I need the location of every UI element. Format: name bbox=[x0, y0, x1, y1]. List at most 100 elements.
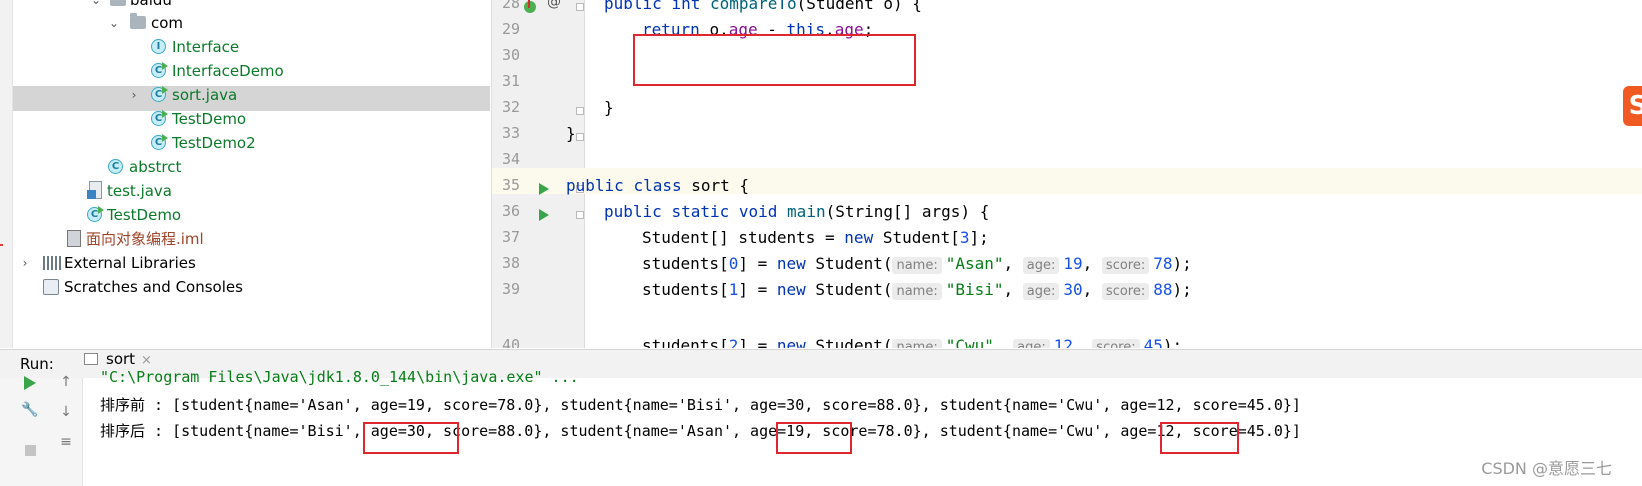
fold-marker-icon[interactable] bbox=[576, 107, 584, 115]
code-line-34: 34 bbox=[492, 150, 1642, 176]
code-line-37: 37 Student[] students = new Student[3]; bbox=[492, 228, 1642, 254]
param-hint: age: bbox=[1013, 339, 1050, 348]
tree-item-label: External Libraries bbox=[64, 254, 196, 272]
tree-item-testdemo-root[interactable]: C TestDemo bbox=[0, 203, 490, 227]
line-number: 29 bbox=[501, 20, 520, 38]
param-hint: name: bbox=[892, 257, 942, 274]
tree-item-label: TestDemo bbox=[172, 110, 247, 128]
code-line-38: 38 students[0] = new Student(name: "Asan"… bbox=[492, 254, 1642, 280]
run-tab-label: sort bbox=[106, 350, 136, 368]
param-hint: score: bbox=[1101, 283, 1150, 300]
tree-item-external-libraries[interactable]: › External Libraries bbox=[0, 251, 490, 275]
console-toolbar: ↑ 🔧 ↓ ≡ bbox=[0, 374, 83, 486]
highlight-box-age19 bbox=[776, 422, 852, 454]
line-number: 32 bbox=[501, 98, 520, 116]
tree-item-abstrct[interactable]: C abstrct bbox=[0, 155, 490, 179]
line-number: 38 bbox=[501, 254, 520, 272]
runnable-class-icon: C bbox=[151, 86, 168, 102]
stop-icon[interactable] bbox=[20, 440, 40, 460]
console-icon bbox=[84, 353, 98, 365]
code-text: students[2] = new Student(name: "Cwu", ag… bbox=[642, 336, 1182, 348]
chevron-right-icon[interactable]: › bbox=[128, 83, 140, 107]
code-text: } bbox=[604, 98, 614, 117]
code-text: students[0] = new Student(name: "Asan", a… bbox=[642, 254, 1192, 274]
rerun-icon[interactable] bbox=[20, 373, 40, 393]
param-hint: name: bbox=[892, 283, 942, 300]
runnable-class-icon: C bbox=[151, 110, 168, 126]
arrow-up-icon[interactable]: ↑ bbox=[56, 374, 76, 394]
module-file-icon bbox=[67, 230, 81, 247]
fold-marker-icon[interactable] bbox=[576, 3, 584, 11]
class-icon: C bbox=[108, 159, 123, 174]
tree-item-interface[interactable]: I Interface bbox=[0, 35, 490, 59]
tree-item-com[interactable]: ⌄ com bbox=[0, 11, 490, 35]
tree-item-label: Interface bbox=[172, 38, 240, 56]
code-text: students[1] = new Student(name: "Bisi", a… bbox=[642, 280, 1192, 300]
tree-item-label: sort.java bbox=[172, 86, 238, 104]
implements-method-icon[interactable] bbox=[524, 0, 536, 13]
interface-class-icon: I bbox=[151, 39, 166, 54]
watermark: CSDN @意愿三七 bbox=[1481, 459, 1612, 478]
line-number: 31 bbox=[501, 72, 520, 90]
tree-item-scratches[interactable]: Scratches and Consoles bbox=[0, 275, 490, 299]
highlight-box-return bbox=[633, 34, 916, 86]
code-text: public class sort { bbox=[566, 176, 750, 195]
line-number: 37 bbox=[501, 228, 520, 246]
run-console[interactable]: ↑ 🔧 ↓ ≡ "C:\Program Files\Java\jdk1.8.0_… bbox=[0, 368, 1642, 486]
arrow-down-icon[interactable]: ↓ bbox=[56, 404, 76, 424]
line-number: 40 bbox=[501, 336, 520, 348]
runnable-class-icon: C bbox=[151, 62, 168, 78]
fold-marker-icon[interactable] bbox=[576, 211, 584, 219]
tree-item-testdemo[interactable]: C TestDemo bbox=[0, 107, 490, 131]
tree-item-test-java[interactable]: test.java bbox=[0, 179, 490, 203]
runnable-class-icon: C bbox=[151, 134, 168, 150]
tree-item-label: 面向对象编程.iml bbox=[86, 230, 204, 248]
highlight-box-age30 bbox=[363, 422, 459, 454]
tree-item-iml[interactable]: 面向对象编程.iml bbox=[0, 227, 490, 251]
code-line-39: 39 students[1] = new Student(name: "Bisi"… bbox=[492, 280, 1642, 306]
line-number: 34 bbox=[501, 150, 520, 168]
input-method-badge: S bbox=[1623, 86, 1642, 126]
console-line-after: 排序后 : [student{name='Bisi', age=30, scor… bbox=[100, 422, 1301, 440]
runnable-class-icon: C bbox=[87, 206, 104, 222]
tree-item-label: abstrct bbox=[129, 158, 182, 176]
param-hint: age: bbox=[1022, 257, 1060, 274]
tree-item-label: TestDemo bbox=[107, 206, 182, 224]
param-hint: age: bbox=[1022, 283, 1060, 300]
code-text: public int compareTo(Student o) { bbox=[604, 0, 922, 13]
tree-item-label: InterfaceDemo bbox=[172, 62, 284, 80]
wrench-icon[interactable]: 🔧 bbox=[20, 402, 40, 422]
annotation-at-icon[interactable]: @ bbox=[547, 0, 561, 10]
chevron-right-icon[interactable]: › bbox=[19, 251, 31, 275]
tree-item-label: Scratches and Consoles bbox=[64, 278, 243, 296]
code-editor[interactable]: 28 @ public int compareTo(Student o) { 2… bbox=[491, 0, 1642, 348]
run-label: Run: bbox=[20, 355, 54, 373]
code-line-36: 36 public static void main(String[] args… bbox=[492, 202, 1642, 228]
code-text: public static void main(String[] args) { bbox=[604, 202, 990, 221]
line-number: 35 bbox=[501, 176, 520, 194]
run-class-icon[interactable] bbox=[539, 183, 549, 195]
tree-item-testdemo2[interactable]: C TestDemo2 bbox=[0, 131, 490, 155]
line-number: 33 bbox=[501, 124, 520, 142]
param-hint: score: bbox=[1101, 257, 1150, 274]
tree-item-sort-java[interactable]: › C sort.java bbox=[0, 83, 490, 107]
close-icon[interactable]: × bbox=[141, 353, 152, 368]
param-hint: name: bbox=[892, 339, 942, 348]
soft-wrap-icon[interactable]: ≡ bbox=[56, 434, 76, 454]
param-hint: score: bbox=[1092, 339, 1140, 348]
run-main-icon[interactable] bbox=[539, 209, 549, 221]
code-text: Student[] students = new Student[3]; bbox=[642, 228, 989, 247]
library-icon bbox=[43, 256, 61, 270]
code-line-33: 33 } bbox=[492, 124, 1642, 150]
console-line-command: "C:\Program Files\Java\jdk1.8.0_144\bin\… bbox=[100, 368, 579, 386]
chevron-down-icon[interactable]: ⌄ bbox=[108, 11, 120, 35]
line-number: 28 bbox=[501, 0, 520, 12]
fold-marker-icon[interactable] bbox=[576, 133, 584, 141]
tree-item-label: TestDemo2 bbox=[172, 134, 256, 152]
console-line-before: 排序前 : [student{name='Asan', age=19, scor… bbox=[100, 396, 1301, 414]
line-number: 30 bbox=[501, 46, 520, 64]
code-line-32: 32 } bbox=[492, 98, 1642, 124]
java-file-icon bbox=[87, 181, 102, 199]
tree-item-interfacedemo[interactable]: C InterfaceDemo bbox=[0, 59, 490, 83]
tree-item-label: com bbox=[151, 14, 184, 32]
